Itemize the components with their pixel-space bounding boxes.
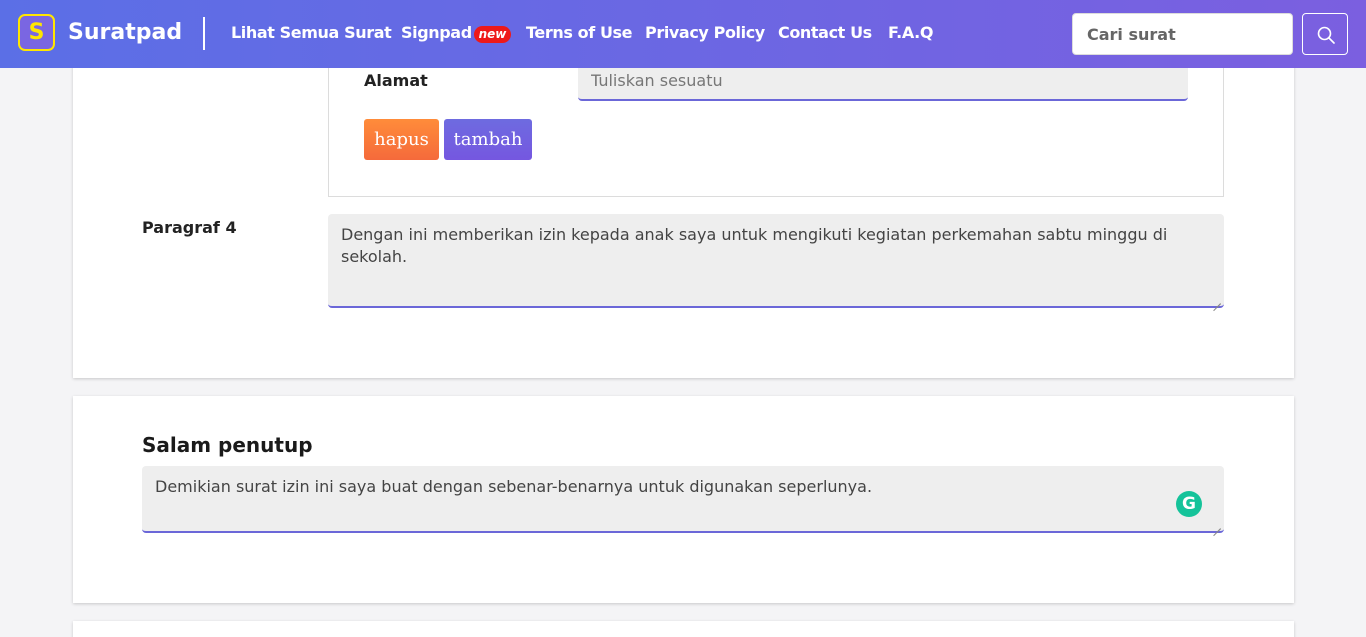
nav-lihat-semua-surat[interactable]: Lihat Semua Surat xyxy=(231,22,392,44)
brand-name[interactable]: Suratpad xyxy=(68,19,182,47)
nav-contact-us[interactable]: Contact Us xyxy=(778,22,872,44)
paragraf4-textarea[interactable]: Dengan ini memberikan izin kepada anak s… xyxy=(328,214,1224,308)
paragraf4-label: Paragraf 4 xyxy=(142,218,237,237)
search-input[interactable] xyxy=(1072,13,1293,55)
top-navbar: S Suratpad Lihat Semua Surat Signpad new… xyxy=(0,0,1366,68)
alamat-label: Alamat xyxy=(364,71,428,90)
brand-divider xyxy=(203,17,205,50)
logo-icon[interactable]: S xyxy=(18,14,55,51)
nav-signpad[interactable]: Signpad xyxy=(401,22,472,44)
search-icon xyxy=(1317,26,1335,44)
hapus-button[interactable]: hapus xyxy=(364,119,439,160)
next-card xyxy=(73,621,1294,637)
search-button[interactable] xyxy=(1302,13,1348,55)
nav-faq[interactable]: F.A.Q xyxy=(888,22,933,44)
tambah-button[interactable]: tambah xyxy=(444,119,532,160)
nav-privacy-policy[interactable]: Privacy Policy xyxy=(645,22,765,44)
salam-penutup-textarea[interactable]: Demikian surat izin ini saya buat dengan… xyxy=(142,466,1224,533)
new-badge: new xyxy=(474,26,511,43)
grammarly-icon[interactable]: G xyxy=(1176,491,1202,517)
resize-handle[interactable] xyxy=(1213,521,1221,529)
resize-handle[interactable] xyxy=(1213,296,1221,304)
grammarly-letter: G xyxy=(1182,494,1196,514)
nav-terms-of-use[interactable]: Terns of Use xyxy=(526,22,633,44)
salam-penutup-title: Salam penutup xyxy=(142,433,313,457)
